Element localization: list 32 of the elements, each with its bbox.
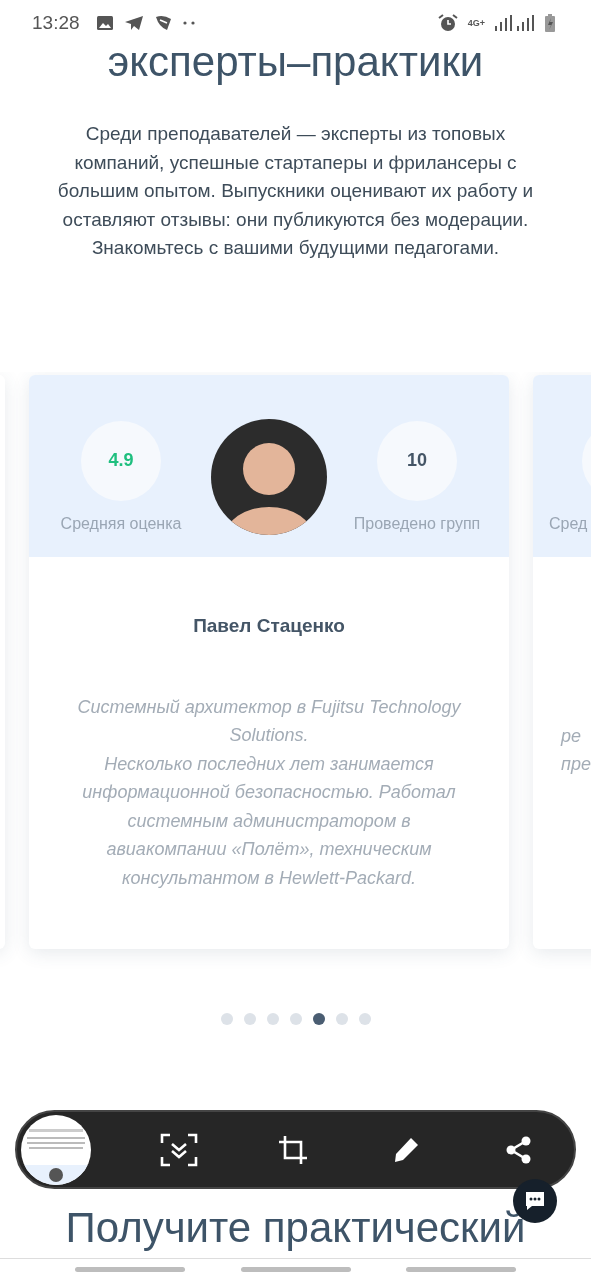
stat-label: Проведено групп [353,514,481,533]
crop-icon [277,1134,308,1165]
intro-text: Среди преподавателей — эксперты из топовых компаний, успешные стартаперы и фрилансеры с большим опытом. Выпускники оценивают их работу и оставляют отзывы: они публикуются без модерации. Знакомьтесь с вашими будущими педагогами. [56,122,535,260]
status-time: 13:28 [32,12,80,34]
network-type: 4G+ [467,18,485,28]
carousel-dot[interactable] [335,1012,348,1025]
teacher-bio: Системный архитектор в Fujitsu Technology Solutions. [76,695,462,748]
rating-value: 4.9 [81,420,161,501]
image-icon [95,15,114,31]
scroll-capture-icon [160,1132,199,1167]
chat-icon [524,1191,546,1211]
carousel-dot[interactable] [266,1012,279,1025]
carousel-dot[interactable] [312,1012,325,1025]
carousel-dot[interactable] [220,1012,233,1025]
teacher-bio: пре [561,753,591,777]
teacher-bio: Несколько последних лет занимается информационной безопасностью. Работал системным администратором в авиакомпании «Полёт», техническим консультантом в Hewlett-Packard. [81,752,457,891]
shield-icon [153,15,172,31]
battery-icon [545,14,555,32]
carousel-dot[interactable] [358,1012,371,1025]
share-icon [506,1135,532,1164]
teacher-name: Павел Стаценко [192,614,346,637]
group-count: 10 [377,420,457,501]
stat-label: Средняя оценка [60,514,182,533]
more-dots-icon [181,21,196,25]
carousel-dot[interactable] [243,1012,256,1025]
signal-icon [495,15,535,31]
next-section-heading: Получите практический [64,1203,527,1253]
teacher-bio: ре [561,724,583,748]
section-heading: эксперты–практики [106,37,485,87]
carousel-dot[interactable] [289,1012,302,1025]
alarm-icon [437,14,458,32]
stat-label: Сред [549,514,588,533]
